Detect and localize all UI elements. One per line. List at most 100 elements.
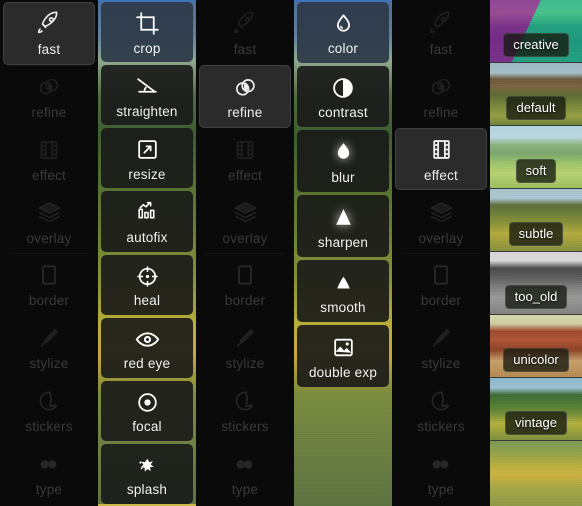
nav-column-effect: fast refine effect overlay border styliz…: [392, 0, 490, 506]
nav-item-type[interactable]: type: [395, 441, 487, 504]
submenu-item-label: sharpen: [317, 234, 369, 250]
nav-item-stylize[interactable]: stylize: [199, 316, 291, 379]
splash-icon: [135, 450, 160, 480]
nav-item-refine[interactable]: refine: [199, 64, 291, 128]
nav-column-refine: fast refine effect overlay border styliz…: [196, 0, 294, 506]
submenu-item-label: double exp: [308, 364, 378, 380]
preset-item-unicolor[interactable]: unicolor: [490, 315, 582, 377]
nav-item-label: stylize: [421, 356, 461, 372]
nav-item-stylize[interactable]: stylize: [3, 316, 95, 379]
triangle-glow-icon: [331, 203, 356, 233]
droplet-glow-icon: [331, 138, 356, 168]
nav-item-label: overlay: [26, 230, 72, 246]
nav-item-label: border: [420, 293, 462, 309]
preset-item-too-old[interactable]: too_old: [490, 252, 582, 314]
submenu-item-label: straighten: [116, 103, 178, 119]
nav-item-label: effect: [228, 167, 262, 183]
nav-item-fast[interactable]: fast: [199, 2, 291, 65]
focal-icon: [135, 387, 160, 417]
submenu-column-refine: color contrast blur sharpen smooth doubl…: [294, 0, 392, 506]
preset-label: default: [506, 96, 566, 120]
crop-icon: [135, 9, 160, 39]
nav-item-stylize[interactable]: stylize: [395, 316, 487, 379]
nav-item-overlay[interactable]: overlay: [3, 190, 95, 253]
rocket-icon: [36, 9, 62, 39]
divider: [9, 253, 89, 254]
nav-item-border[interactable]: border: [395, 253, 487, 316]
frame-icon: [36, 260, 62, 290]
nav-item-label: refine: [31, 105, 67, 121]
brush-icon: [232, 323, 258, 353]
nav-item-effect[interactable]: effect: [3, 128, 95, 191]
nav-item-label: stickers: [417, 418, 465, 434]
brush-icon: [36, 323, 62, 353]
submenu-item-contrast[interactable]: contrast: [297, 66, 389, 127]
nav-item-effect[interactable]: effect: [395, 127, 487, 191]
submenu-item-label: contrast: [318, 105, 368, 120]
submenu-item-straighten[interactable]: straighten: [101, 65, 193, 126]
submenu-item-autofix[interactable]: autofix: [101, 191, 193, 252]
preset-item-default[interactable]: default: [490, 63, 582, 125]
filmstrip-icon: [36, 135, 62, 165]
submenu-item-label: splash: [126, 482, 168, 498]
rocket-icon: [232, 9, 258, 39]
submenu-item-label: focal: [132, 419, 162, 435]
submenu-item-red-eye[interactable]: red eye: [101, 317, 193, 378]
nav-item-stickers[interactable]: stickers: [3, 379, 95, 442]
nav-item-label: fast: [37, 42, 61, 58]
quote-icon: [232, 449, 258, 479]
divider: [9, 64, 89, 66]
submenu-item-double-exp[interactable]: double exp: [297, 325, 389, 387]
submenu-item-label: crop: [133, 40, 161, 56]
resize-icon: [135, 135, 160, 165]
nav-item-label: overlay: [222, 230, 268, 246]
lens-icon: [36, 72, 62, 102]
nav-item-refine[interactable]: refine: [395, 65, 487, 128]
nav-item-refine[interactable]: refine: [3, 64, 95, 128]
submenu-item-resize[interactable]: resize: [101, 128, 193, 189]
nav-item-stickers[interactable]: stickers: [199, 379, 291, 442]
submenu-item-sharpen[interactable]: sharpen: [297, 195, 389, 257]
nav-item-label: type: [427, 481, 455, 497]
submenu-item-blur[interactable]: blur: [297, 130, 389, 192]
preset-item-subtle[interactable]: subtle: [490, 189, 582, 251]
nav-item-label: stickers: [221, 418, 269, 434]
quote-icon: [36, 449, 62, 479]
submenu-item-label: heal: [133, 293, 161, 309]
nav-item-label: effect: [32, 167, 66, 183]
submenu-item-heal[interactable]: heal: [101, 254, 193, 315]
preset-item-creative[interactable]: creative: [490, 0, 582, 62]
sticker-icon: [36, 386, 62, 416]
divider: [401, 253, 481, 254]
submenu-item-focal[interactable]: focal: [101, 380, 193, 441]
submenu-item-color[interactable]: color: [297, 2, 389, 63]
divider: [205, 253, 285, 254]
nav-item-overlay[interactable]: overlay: [395, 190, 487, 253]
preset-label: subtle: [508, 222, 564, 246]
nav-item-fast[interactable]: fast: [3, 2, 95, 65]
nav-item-label: stylize: [29, 356, 69, 372]
nav-item-label: refine: [423, 105, 459, 121]
submenu-item-crop[interactable]: crop: [101, 2, 193, 63]
sticker-icon: [232, 386, 258, 416]
contrast-icon: [330, 73, 356, 103]
preset-item-soft[interactable]: soft: [490, 126, 582, 188]
preset-item-vintage[interactable]: vintage: [490, 378, 582, 440]
nav-item-border[interactable]: border: [3, 253, 95, 316]
sticker-icon: [428, 386, 454, 416]
submenu-item-smooth[interactable]: smooth: [297, 260, 389, 322]
nav-item-label: stylize: [225, 356, 265, 372]
nav-item-effect[interactable]: effect: [199, 128, 291, 191]
eye-icon: [134, 324, 161, 354]
nav-item-overlay[interactable]: overlay: [199, 190, 291, 253]
nav-item-border[interactable]: border: [199, 253, 291, 316]
triangle-soft-icon: [331, 268, 356, 298]
nav-item-stickers[interactable]: stickers: [395, 379, 487, 442]
filmstrip-icon: [428, 135, 455, 165]
submenu-item-splash[interactable]: splash: [101, 443, 193, 504]
nav-item-type[interactable]: type: [199, 441, 291, 504]
nav-item-type[interactable]: type: [3, 441, 95, 504]
nav-item-label: border: [224, 293, 266, 309]
autofix-icon: [135, 198, 160, 228]
nav-item-fast[interactable]: fast: [395, 2, 487, 65]
